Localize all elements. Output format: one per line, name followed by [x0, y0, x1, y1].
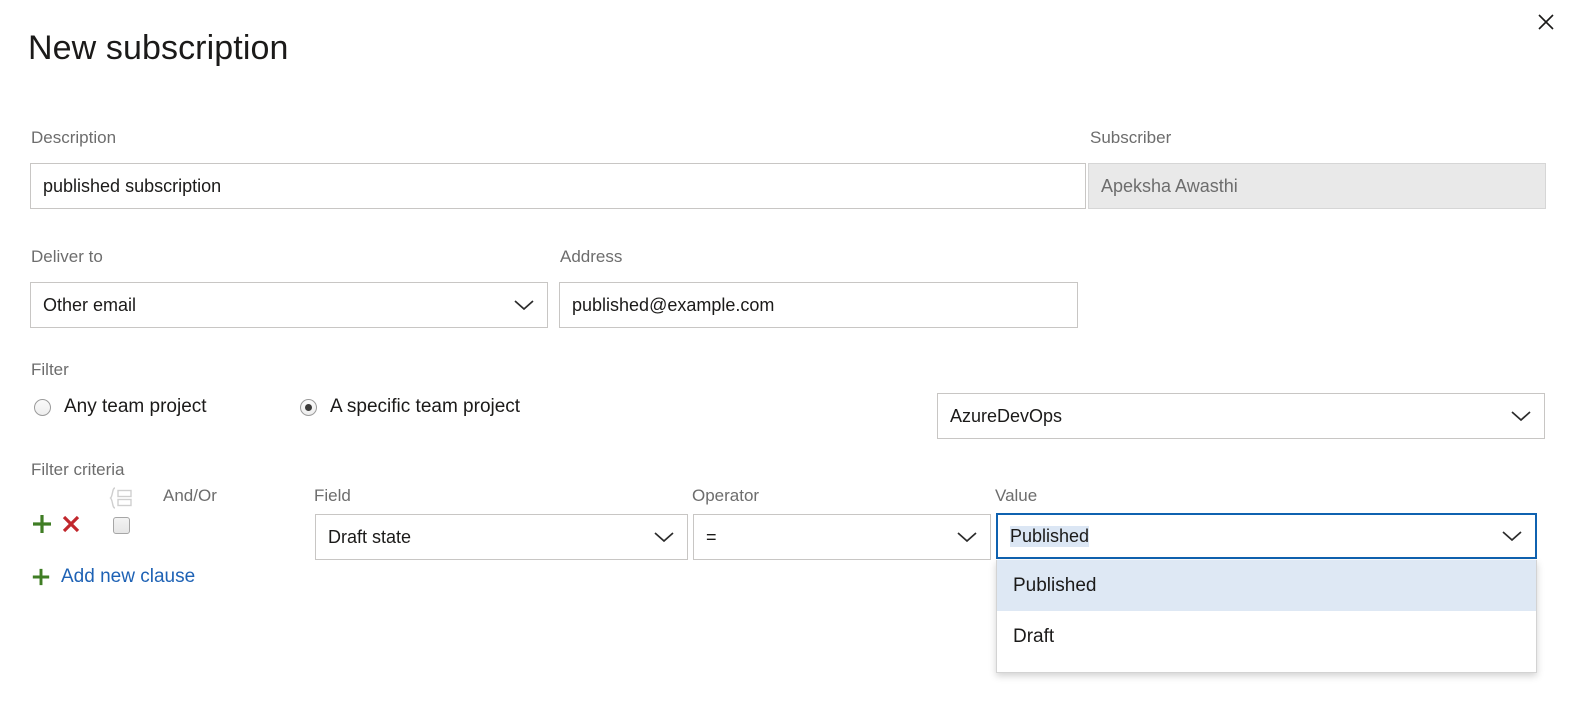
chevron-down-icon: [1510, 409, 1532, 423]
chevron-down-icon: [956, 530, 978, 544]
subscriber-label: Subscriber: [1090, 128, 1171, 148]
column-header-andor: And/Or: [163, 486, 217, 506]
team-project-value: AzureDevOps: [950, 406, 1502, 427]
radio-mark-specific: [300, 399, 317, 416]
clause-operator-select[interactable]: =: [693, 514, 991, 560]
radio-specific-team-project[interactable]: A specific team project: [300, 396, 520, 418]
deliver-to-select[interactable]: Other email: [30, 282, 548, 328]
clause-value-combobox[interactable]: Published: [996, 513, 1537, 559]
column-header-operator: Operator: [692, 486, 759, 506]
address-input[interactable]: published@example.com: [559, 282, 1078, 328]
filter-criteria-label: Filter criteria: [31, 460, 125, 480]
plus-icon[interactable]: [31, 513, 53, 535]
description-input[interactable]: published subscription: [30, 163, 1086, 209]
subscriber-value: Apeksha Awasthi: [1101, 176, 1533, 197]
add-new-clause-label: Add new clause: [61, 566, 195, 588]
column-header-value: Value: [995, 486, 1037, 506]
deliver-to-label: Deliver to: [31, 247, 103, 267]
dropdown-option-draft[interactable]: Draft: [997, 611, 1536, 662]
radio-any-label: Any team project: [64, 396, 207, 418]
clause-value-text: Published: [1010, 526, 1089, 547]
description-label: Description: [31, 128, 116, 148]
address-value: published@example.com: [572, 295, 1065, 316]
dropdown-option-published[interactable]: Published: [997, 560, 1536, 611]
subscriber-input: Apeksha Awasthi: [1088, 163, 1546, 209]
deliver-to-value: Other email: [43, 295, 505, 316]
description-value: published subscription: [43, 176, 1073, 197]
new-subscription-dialog: New subscription Description published s…: [0, 0, 1576, 714]
value-dropdown-list: Published Draft: [996, 560, 1537, 673]
andor-checkbox[interactable]: [113, 517, 130, 534]
chevron-down-icon: [513, 298, 535, 312]
clause-field-value: Draft state: [328, 527, 645, 548]
clause-field-select[interactable]: Draft state: [315, 514, 688, 560]
group-clause-icon: [108, 487, 134, 509]
radio-mark-any: [34, 399, 51, 416]
add-new-clause-button[interactable]: Add new clause: [31, 566, 195, 588]
delete-x-icon[interactable]: [60, 513, 82, 535]
chevron-down-icon: [653, 530, 675, 544]
page-title: New subscription: [28, 28, 289, 69]
address-label: Address: [560, 247, 622, 267]
filter-label: Filter: [31, 360, 69, 380]
radio-any-team-project[interactable]: Any team project: [34, 396, 207, 418]
plus-icon: [31, 567, 51, 587]
clause-operator-value: =: [706, 527, 948, 548]
radio-specific-label: A specific team project: [330, 396, 520, 418]
column-header-field: Field: [314, 486, 351, 506]
chevron-down-icon[interactable]: [1501, 529, 1523, 543]
close-icon[interactable]: [1528, 4, 1564, 40]
team-project-select[interactable]: AzureDevOps: [937, 393, 1545, 439]
